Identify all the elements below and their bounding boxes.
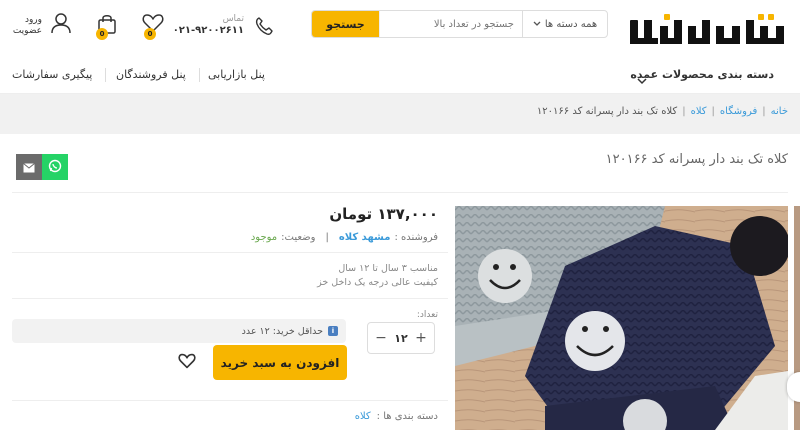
cart-button[interactable]: 0 — [94, 13, 118, 40]
email-icon — [23, 158, 35, 177]
add-to-wishlist-button[interactable] — [178, 353, 198, 373]
increase-button[interactable]: + — [414, 330, 428, 346]
categories-label: دسته بندی ها : — [376, 411, 438, 422]
login-button[interactable]: ورود عضویت — [10, 12, 75, 42]
nav-categories[interactable]: دسته بندی محصولات عمده — [630, 68, 774, 81]
separator: | — [325, 232, 329, 243]
heart-icon — [178, 353, 196, 373]
breadcrumb-separator: | — [762, 106, 766, 117]
product-description: مناسب ۳ سال تا ۱۲ سال کیفیت عالی درجه یک… — [317, 262, 438, 290]
chevron-down-icon[interactable] — [637, 70, 647, 89]
nav-divider — [105, 68, 106, 82]
seller-name[interactable]: مشهد کلاه — [339, 232, 391, 243]
add-to-cart-button[interactable]: افزودن به سبد خرید — [213, 345, 347, 380]
search-button[interactable]: جستجو — [312, 11, 379, 37]
whatsapp-icon — [48, 158, 62, 177]
email-share-button[interactable] — [16, 154, 42, 180]
breadcrumb: خانه | فروشگاه | کلاه | کلاه تک بند دار … — [537, 106, 788, 117]
phone-icon — [254, 16, 274, 40]
chevron-down-icon — [533, 19, 541, 30]
product-price: ۱۳۷,۰۰۰ تومان — [329, 205, 438, 223]
breadcrumb-category[interactable]: کلاه — [691, 106, 707, 117]
breadcrumb-current: کلاه تک بند دار پسرانه کد ۱۲۰۱۶۶ — [536, 106, 678, 117]
login-text: ورود عضویت — [10, 15, 42, 37]
breadcrumb-bar: خانه | فروشگاه | کلاه | کلاه تک بند دار … — [0, 94, 800, 134]
nav-marketing-panel[interactable]: پنل بازاریابی — [208, 68, 265, 81]
seller-row: فروشنده : مشهد کلاه | وضعیت: موجود — [251, 232, 438, 243]
category-link[interactable]: کلاه — [355, 411, 371, 422]
logo[interactable] — [628, 12, 788, 52]
register-label: عضویت — [12, 26, 42, 36]
product-categories: دسته بندی ها : کلاه — [355, 411, 438, 422]
search-input[interactable] — [379, 11, 522, 37]
divider — [12, 252, 448, 253]
cart-count-badge: 0 — [96, 28, 108, 40]
stock-label: وضعیت: — [281, 232, 316, 243]
user-icon — [50, 12, 72, 38]
divider — [12, 400, 448, 401]
share-buttons — [16, 154, 68, 180]
wishlist-count-badge: 0 — [144, 28, 156, 40]
product-image[interactable] — [455, 206, 788, 430]
contact-label: تماس — [222, 14, 244, 24]
whatsapp-share-button[interactable] — [42, 154, 68, 180]
divider — [12, 298, 448, 299]
breadcrumb-separator: | — [711, 106, 715, 117]
breadcrumb-separator: | — [682, 106, 686, 117]
nav-order-tracking[interactable]: پیگیری سفارشات — [12, 68, 92, 81]
divider — [12, 192, 788, 193]
info-icon: i — [328, 326, 338, 336]
quantity-value[interactable]: ۱۲ — [394, 332, 407, 345]
seller-label: فروشنده : — [394, 232, 438, 243]
breadcrumb-shop[interactable]: فروشگاه — [720, 106, 757, 117]
contact-phone[interactable]: ۰۲۱-۹۲۰۰۲۶۱۱ — [173, 25, 244, 36]
image-next-arrow[interactable] — [787, 372, 800, 402]
category-select-label: همه دسته ها — [544, 18, 598, 30]
quantity-label: تعداد: — [416, 310, 438, 320]
main-nav: دسته بندی محصولات عمده پنل بازاریابی پنل… — [0, 56, 800, 94]
breadcrumb-home[interactable]: خانه — [771, 106, 788, 117]
description-line: کیفیت عالی درجه یک داخل خز — [317, 277, 438, 288]
wishlist-button[interactable]: 0 — [140, 13, 164, 40]
product-title: کلاه تک بند دار پسرانه کد ۱۲۰۱۶۶ — [605, 152, 788, 167]
stock-value: موجود — [250, 232, 278, 243]
min-purchase-notice: i حداقل خرید: ۱۲ عدد — [12, 319, 346, 343]
description-line: مناسب ۳ سال تا ۱۲ سال — [338, 263, 438, 274]
nav-divider — [199, 68, 200, 82]
min-purchase-text: حداقل خرید: ۱۲ عدد — [241, 325, 323, 337]
search-bar: جستجو همه دسته ها — [311, 10, 608, 38]
decrease-button[interactable]: − — [374, 330, 388, 346]
quantity-stepper: − ۱۲ + — [367, 322, 435, 354]
contact-info: تماس ۰۲۱-۹۲۰۰۲۶۱۱ — [173, 14, 274, 40]
nav-sellers-panel[interactable]: پنل فروشندگان — [116, 68, 186, 81]
login-label: ورود — [24, 15, 42, 25]
category-select[interactable]: همه دسته ها — [522, 11, 607, 37]
